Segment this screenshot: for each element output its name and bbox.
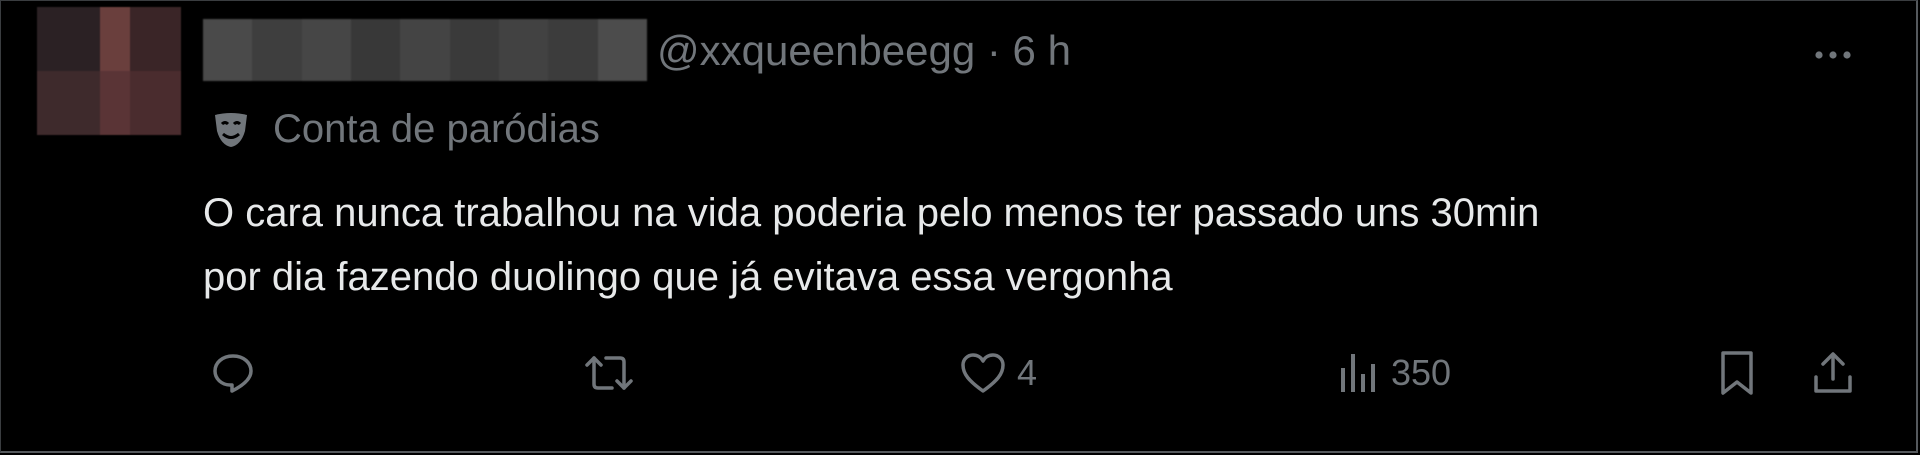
heart-icon bbox=[957, 347, 1009, 399]
tweet-container: @xxqueenbeegg · 6 h Conta de paródias O … bbox=[0, 0, 1918, 453]
reply-icon bbox=[207, 347, 259, 399]
tweet-text-line: por dia fazendo duolingo que já evitava … bbox=[203, 255, 1173, 299]
handle-and-timestamp[interactable]: @xxqueenbeegg · 6 h bbox=[657, 27, 1071, 75]
retweet-icon bbox=[583, 347, 635, 399]
tweet-text: O cara nunca trabalhou na vida poderia p… bbox=[203, 181, 1883, 309]
view-count: 350 bbox=[1391, 352, 1452, 393]
share-button[interactable] bbox=[1807, 345, 1859, 401]
tweet-text-line: O cara nunca trabalhou na vida poderia p… bbox=[203, 191, 1540, 235]
parody-label-text: Conta de paródias bbox=[273, 107, 600, 151]
parody-account-label: Conta de paródias bbox=[209, 105, 600, 153]
retweet-button[interactable] bbox=[583, 345, 635, 401]
bar-chart-icon bbox=[1331, 347, 1383, 399]
bookmark-button[interactable] bbox=[1711, 345, 1763, 401]
like-button[interactable]: 4 bbox=[957, 345, 1037, 401]
theater-mask-icon bbox=[209, 107, 253, 151]
views-button[interactable]: 350 bbox=[1331, 345, 1451, 401]
like-count: 4 bbox=[1017, 352, 1038, 393]
display-name-redacted[interactable] bbox=[203, 19, 647, 81]
more-horizontal-icon bbox=[1813, 50, 1853, 60]
reply-button[interactable] bbox=[207, 345, 259, 401]
avatar[interactable] bbox=[37, 7, 181, 135]
more-options-button[interactable] bbox=[1805, 27, 1861, 83]
bookmark-icon bbox=[1711, 347, 1763, 399]
share-icon bbox=[1807, 347, 1859, 399]
